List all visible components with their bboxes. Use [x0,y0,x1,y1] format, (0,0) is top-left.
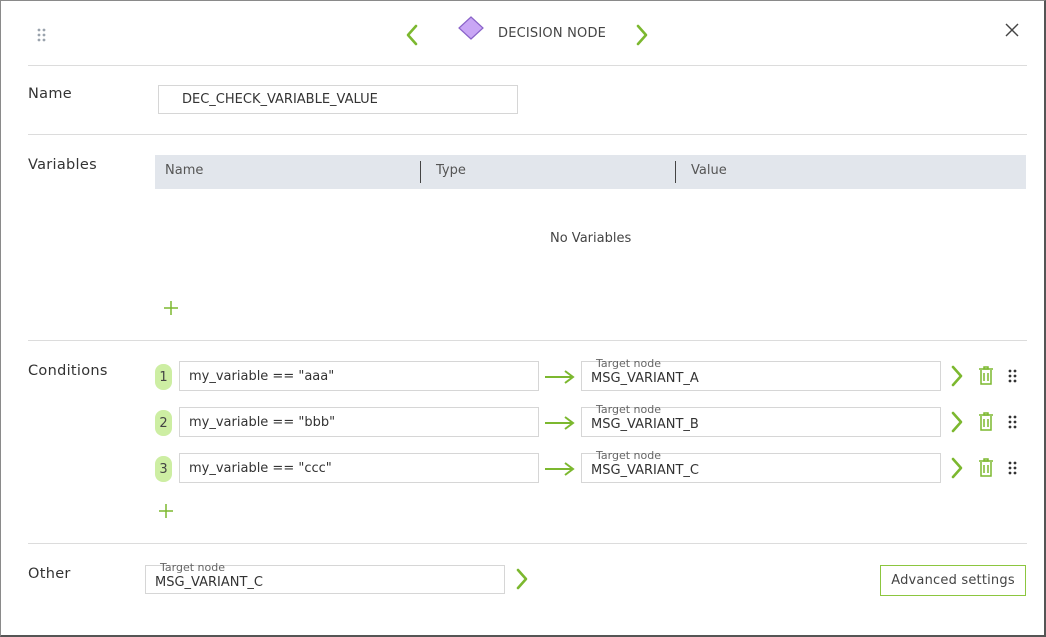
condition-expression-input[interactable]: my_variable == "aaa" [179,361,539,391]
target-node-field[interactable]: Target node MSG_VARIANT_C [581,449,941,483]
condition-index-badge: 1 [155,364,172,390]
chevron-right-icon[interactable] [634,23,650,47]
other-label: Other [28,566,71,582]
target-node-label: Target node [596,449,661,462]
drag-handle-icon[interactable] [1008,369,1018,383]
trash-icon[interactable] [978,366,994,386]
trash-icon[interactable] [978,412,994,432]
go-to-node-chevron-icon[interactable] [950,456,964,480]
condition-expression-input[interactable]: my_variable == "ccc" [179,453,539,483]
divider [28,65,1027,66]
variables-table-header: Name Type Value [155,155,1026,189]
decision-node-dialog: DECISION NODE Name DEC_CHECK_VARIABLE_VA… [0,0,1046,637]
column-header-name[interactable]: Name [165,163,203,178]
go-to-node-chevron-icon[interactable] [950,410,964,434]
other-target-node-field[interactable]: Target node MSG_VARIANT_C [145,561,505,594]
condition-expression-input[interactable]: my_variable == "bbb" [179,407,539,437]
target-node-label: Target node [160,561,225,574]
add-variable-button[interactable] [163,300,179,316]
diamond-icon [458,16,484,40]
drag-dots-icon[interactable] [37,28,47,42]
trash-icon[interactable] [978,458,994,478]
close-icon[interactable] [1003,21,1021,39]
arrow-right-icon [545,370,575,384]
column-resizer[interactable] [675,161,676,183]
column-header-value[interactable]: Value [691,163,727,178]
target-node-field[interactable]: Target node MSG_VARIANT_A [581,357,941,391]
condition-index-badge: 3 [155,456,172,482]
target-node-label: Target node [596,357,661,370]
condition-expression-value: my_variable == "ccc" [189,460,332,476]
column-resizer[interactable] [420,161,421,183]
condition-expression-value: my_variable == "bbb" [189,414,336,430]
target-node-label: Target node [596,403,661,416]
dialog-title: DECISION NODE [498,26,607,41]
drag-handle-icon[interactable] [1008,461,1018,475]
divider [28,543,1027,544]
target-node-value: MSG_VARIANT_C [591,463,699,478]
drag-handle-icon[interactable] [1008,415,1018,429]
chevron-left-icon[interactable] [404,23,420,47]
conditions-label: Conditions [28,363,108,379]
arrow-right-icon [545,462,575,476]
target-node-field[interactable]: Target node MSG_VARIANT_B [581,403,941,437]
arrow-right-icon [545,416,575,430]
condition-index-badge: 2 [155,410,172,436]
go-to-node-chevron-icon[interactable] [515,567,529,591]
go-to-node-chevron-icon[interactable] [950,364,964,388]
name-label: Name [28,86,72,102]
variables-label: Variables [28,157,97,173]
condition-expression-value: my_variable == "aaa" [189,368,335,384]
column-header-type[interactable]: Type [436,163,466,178]
empty-variables-text: No Variables [550,231,632,246]
divider [28,134,1027,135]
target-node-value: MSG_VARIANT_B [591,417,699,432]
name-input[interactable]: DEC_CHECK_VARIABLE_VALUE [158,85,518,114]
target-node-value: MSG_VARIANT_C [155,575,263,590]
advanced-settings-button[interactable]: Advanced settings [880,565,1026,596]
add-condition-button[interactable] [158,503,174,519]
divider [28,340,1027,341]
name-input-value: DEC_CHECK_VARIABLE_VALUE [182,92,378,107]
target-node-value: MSG_VARIANT_A [591,371,699,386]
